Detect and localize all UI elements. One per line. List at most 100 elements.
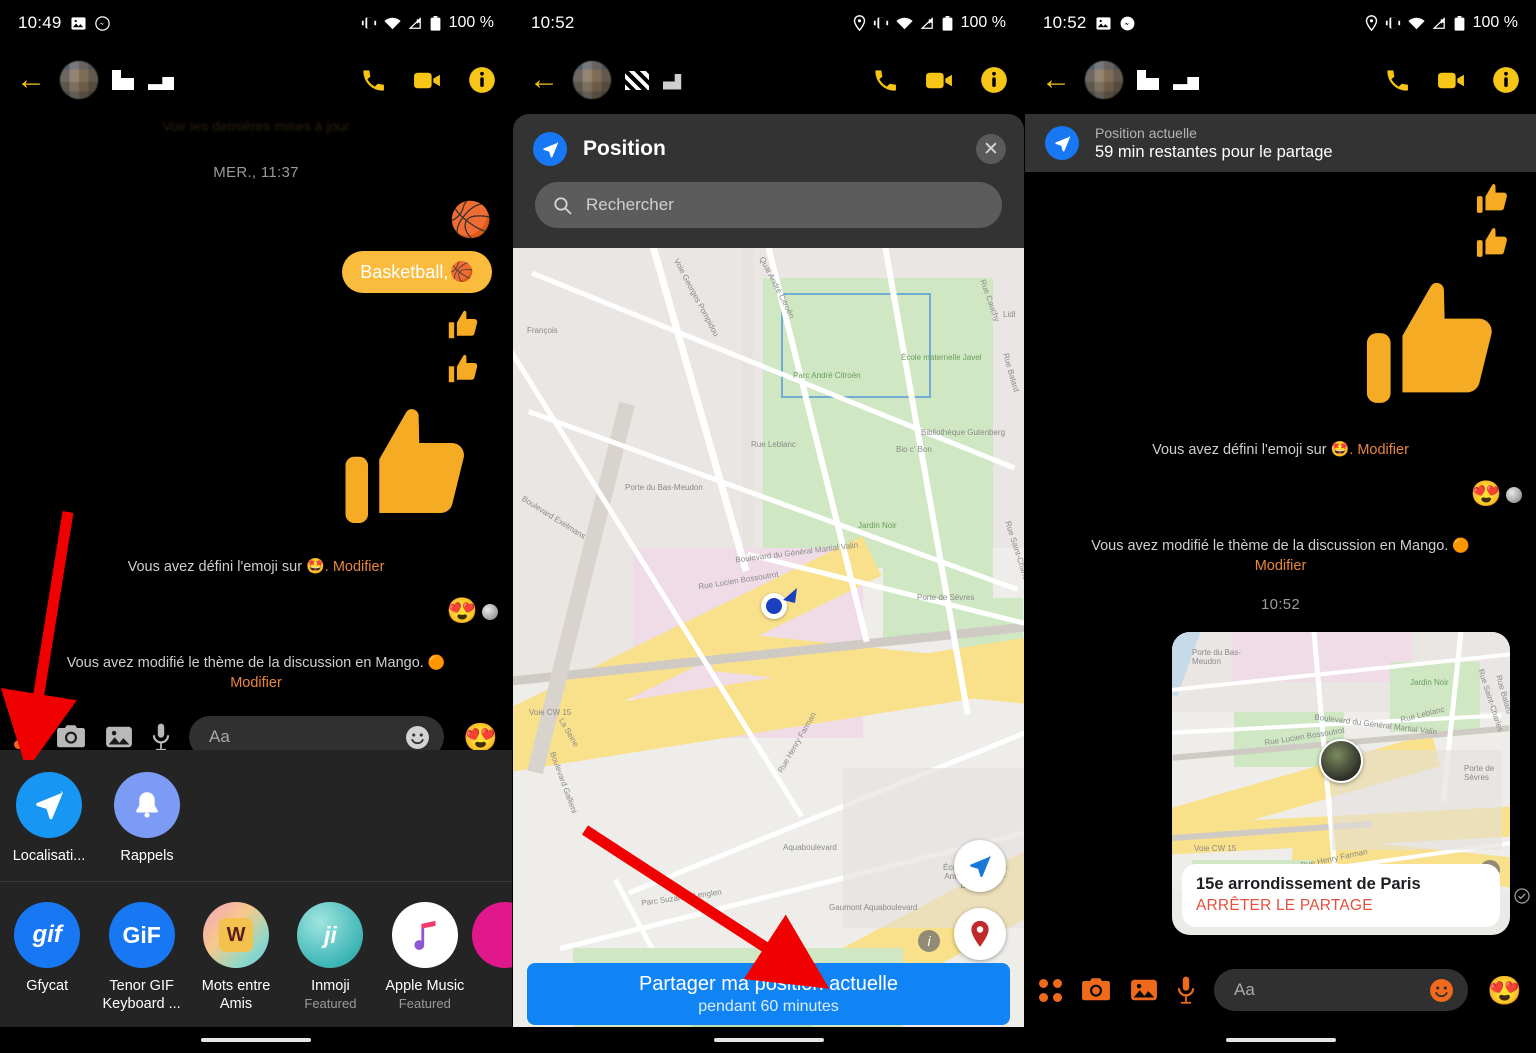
drawer-app-mots-entre-amis[interactable]: W Mots entre Amis (189, 902, 283, 1013)
drawer-bottom-row: gif Gfycat GiF Tenor GIF Keyboard ... W … (0, 882, 512, 1027)
message-input[interactable]: Aa (1214, 969, 1469, 1011)
search-icon (553, 196, 572, 215)
drawer-app-label: Tenor GIF Keyboard ... (102, 978, 181, 1012)
theme-modifier-link[interactable]: Modifier (1025, 558, 1536, 574)
close-icon[interactable]: ✕ (976, 134, 1006, 164)
shared-location-avatar (1319, 739, 1363, 783)
microphone-icon[interactable] (152, 723, 170, 751)
gallery-icon[interactable] (1130, 977, 1158, 1003)
message-input-placeholder: Aa (209, 727, 230, 746)
gallery-icon[interactable] (105, 724, 133, 750)
info-icon[interactable] (468, 66, 496, 94)
camera-icon[interactable] (56, 724, 86, 750)
avatar[interactable] (573, 61, 611, 99)
drawer-app-label: Rappels (120, 847, 174, 864)
apps-grid-icon[interactable] (14, 725, 37, 749)
location-sharing-banner[interactable]: Position actuelle 59 min restantes pour … (1025, 114, 1536, 172)
map-label: École maternelle Javel (901, 353, 982, 362)
day-timestamp: MER., 11:37 (213, 164, 299, 181)
phone-icon[interactable] (360, 67, 387, 94)
nav-bar-3 (1025, 1027, 1536, 1053)
message-bubble[interactable]: Basketball, 🏀 (342, 251, 492, 293)
battery-percent: 100 % (960, 14, 1006, 31)
drawer-app-label: Inmoji (311, 978, 350, 995)
drawer-app-label: Gfycat (26, 978, 69, 995)
signal-off-icon (408, 16, 423, 30)
drawer-app-rappels[interactable]: Rappels (98, 771, 196, 865)
theme-change-system-line: Vous avez modifié le thème de la discuss… (1025, 537, 1536, 554)
map-label: Bio c' Bon (896, 445, 932, 454)
drawer-app-tenor[interactable]: GiF Tenor GIF Keyboard ... (94, 902, 188, 1013)
thumbs-up-icon (1474, 224, 1514, 262)
signal-off-icon (1432, 16, 1447, 30)
info-icon[interactable] (980, 66, 1008, 94)
basketball-emoji: 🏀 (449, 201, 492, 239)
location-sheet-title: Position (583, 137, 666, 160)
share-location-button[interactable]: Partager ma position actuelle pendant 60… (527, 963, 1010, 1025)
status-time: 10:49 (18, 13, 62, 32)
wifi-icon (1408, 17, 1425, 30)
message-text: Basketball, (360, 261, 449, 282)
location-search-input[interactable]: Rechercher (535, 182, 1002, 228)
location-card-map: Porte du Bas-Meudon Jardin Noir Rue Lebl… (1172, 632, 1510, 890)
heart-eyes-icon[interactable]: 😍 (1487, 974, 1522, 1007)
drawer-app-localisation[interactable]: Localisati... (0, 771, 98, 865)
words-w-icon: W (203, 902, 270, 969)
map-label: Porte de Sèvres (917, 593, 975, 602)
phone-icon[interactable] (1384, 67, 1411, 94)
drawer-app-inmoji[interactable]: ji Inmoji Featured (283, 902, 377, 1013)
map-view[interactable]: La Seine Voie Georges Pompidou Quai Andr… (513, 248, 1024, 1053)
place-pin-icon[interactable] (954, 908, 1006, 960)
thumbs-up-icon (446, 351, 484, 387)
drawer-app-gfycat[interactable]: gif Gfycat (0, 902, 94, 1013)
shared-location-card[interactable]: Porte du Bas-Meudon Jardin Noir Rue Lebl… (1172, 632, 1510, 935)
microphone-icon[interactable] (1177, 976, 1195, 1004)
emoji-modifier-link[interactable]: . Modifier (325, 559, 385, 575)
back-button[interactable]: ← (529, 65, 559, 95)
smiley-icon[interactable] (405, 725, 430, 750)
phone-icon[interactable] (872, 67, 899, 94)
drawer-app-apple-music[interactable]: Apple Music Featured (378, 902, 472, 1013)
wifi-icon (896, 17, 913, 30)
tenor-gif-icon: GiF (108, 902, 175, 969)
video-icon[interactable] (1437, 67, 1466, 94)
camera-icon[interactable] (1081, 977, 1111, 1003)
vibrate-icon (361, 16, 377, 30)
smiley-icon[interactable] (1429, 978, 1454, 1003)
map-label: Aquaboulevard (783, 843, 837, 852)
back-button[interactable]: ← (16, 65, 46, 95)
map-info-icon[interactable]: i (918, 930, 940, 952)
chat-header-1: ← (0, 46, 512, 114)
apps-grid-icon[interactable] (1039, 978, 1062, 1002)
stop-sharing-button[interactable]: ARRÊTER LE PARTAGE (1196, 897, 1486, 915)
video-icon[interactable] (925, 67, 954, 94)
location-card-footer: 15e arrondissement de Paris ARRÊTER LE P… (1182, 864, 1500, 927)
thumbs-up-large-icon (338, 393, 488, 543)
theme-modifier-link[interactable]: Modifier (0, 675, 512, 691)
home-indicator[interactable] (713, 1038, 824, 1042)
my-location-icon[interactable] (954, 840, 1006, 892)
app-drawer: Localisati... Rappels gif Gfycat GiF Ten… (0, 749, 512, 1027)
nav-bar-2 (513, 1027, 1024, 1053)
emoji-modifier-link[interactable]: . Modifier (1349, 442, 1409, 458)
drawer-app-partial[interactable] (472, 902, 512, 1013)
drawer-app-label: Localisati... (12, 847, 86, 864)
location-sheet-header: Position ✕ (513, 114, 1024, 176)
map-label: Gaumont Aquaboulevard (829, 903, 918, 912)
video-icon[interactable] (413, 67, 442, 94)
map-label: Porte du Bas-Meudon (1192, 648, 1241, 666)
image-icon (71, 16, 86, 31)
vibrate-icon (873, 16, 889, 30)
heart-eyes-icon[interactable]: 😍 (463, 721, 498, 754)
avatar (1506, 486, 1522, 503)
status-time: 10:52 (531, 13, 575, 32)
avatar[interactable] (60, 61, 98, 99)
back-button[interactable]: ← (1041, 65, 1071, 95)
map-label: Lidl (1003, 310, 1016, 319)
wifi-icon (384, 17, 401, 30)
home-indicator[interactable] (201, 1038, 311, 1042)
home-indicator[interactable] (1225, 1038, 1336, 1042)
avatar[interactable] (1085, 61, 1123, 99)
signal-off-icon (920, 16, 935, 30)
info-icon[interactable] (1492, 66, 1520, 94)
